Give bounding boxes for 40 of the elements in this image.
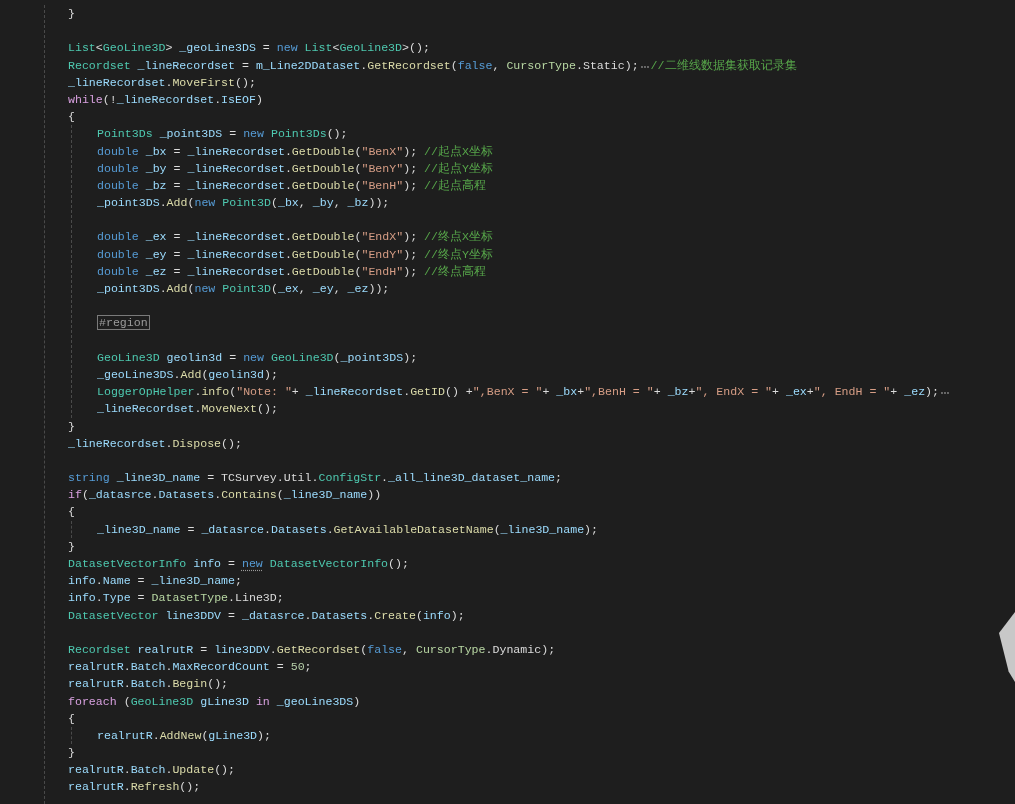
code-line: } [68,539,75,553]
code-line: List<GeoLine3D> _geoLine3DS = new List<GeoLine3D>(); [68,41,430,55]
code-line: double _ez = _lineRecordset.GetDouble("EndH"); //终点高程 [97,264,486,278]
code-line: foreach (GeoLine3D gLine3D in _geoLine3DS) [68,694,361,708]
code-line: string _line3D_name = TCSurvey.Util.ConfigStr._all_line3D_dataset_name; [68,471,563,485]
code-line: while(!_lineRecordset.IsEOF) [68,92,263,106]
code-line: double _by = _lineRecordset.GetDouble("BenY"); //起点Y坐标 [97,161,493,175]
code-line: Recordset realrutR = line3DDV.GetRecordset(false, CursorType.Dynamic); [68,642,556,656]
code-line: { [68,711,75,725]
code-line: { [68,110,75,124]
code-line: _lineRecordset.MoveNext(); [97,402,278,416]
code-line: double _bz = _lineRecordset.GetDouble("BenH"); //起点高程 [97,178,486,192]
code-line: realrutR.AddNew(gLine3D); [97,728,271,742]
code-line: if(_datasrce.Datasets.Contains(_line3D_name)) [68,488,382,502]
code-line: Recordset _lineRecordset = m_Line2DDataset.GetRecordset(false, CursorType.Static); //二维线数据集获取记录集 [68,58,797,72]
code-line: double _ex = _lineRecordset.GetDouble("EndX"); //终点X坐标 [97,230,493,244]
code-line: _lineRecordset.MoveFirst(); [68,75,256,89]
code-line: } [68,746,75,760]
code-line: } [68,419,75,433]
code-line: _geoLine3DS.Add(geolin3d); [97,367,278,381]
code-line: realrutR.Batch.MaxRecordCount = 50; [68,660,312,674]
code-line: LoggerOpHelper.info("Note: "+ _lineRecordset.GetID() +",BenX = "+ _bx+",BenH = "+ _bz+", EndX = "+ _ex+", EndH = "+ _ez); [97,385,952,399]
code-line: DatasetVectorInfo info = new DatasetVectorInfo(); [68,557,409,570]
code-line: realrutR.Batch.Begin(); [68,677,229,691]
code-line: { [68,505,75,519]
code-line: _point3DS.Add(new Point3D(_ex, _ey, _ez)); [97,282,390,295]
code-line: info.Name = _line3D_name; [68,574,242,588]
code-line: _line3D_name = _datasrce.Datasets.GetAvailableDatasetName(_line3D_name); [97,522,599,536]
code-line: DatasetVector line3DDV = _datasrce.Datasets.Create(info); [68,608,465,622]
code-line: _point3DS.Add(new Point3D(_bx, _by, _bz)); [97,196,390,210]
region-marker[interactable]: #region [97,315,150,331]
code-line: double _bx = _lineRecordset.GetDouble("BenX"); //起点X坐标 [97,144,493,158]
code-line: Point3Ds _point3DS = new Point3Ds(); [97,127,348,141]
code-line: realrutR.Refresh(); [68,780,201,794]
code-line: realrutR.Batch.Update(); [68,763,236,777]
code-line: info.Type = DatasetType.Line3D; [68,591,284,605]
code-line: _lineRecordset.Dispose(); [68,436,242,450]
code-line: double _ey = _lineRecordset.GetDouble("EndY"); //终点Y坐标 [97,247,493,261]
code-line: GeoLine3D geolin3d = new GeoLine3D(_point3DS); [97,350,418,364]
code-line: } [68,7,75,20]
